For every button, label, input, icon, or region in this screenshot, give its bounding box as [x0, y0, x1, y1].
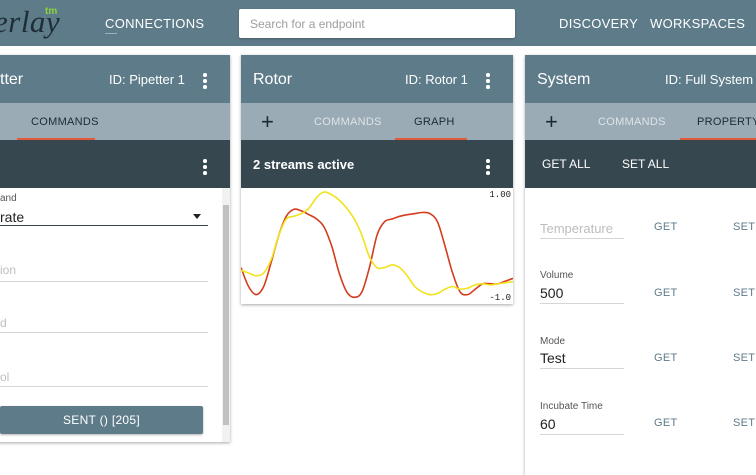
pipetter-field-3[interactable]: ol [0, 370, 9, 384]
temperature-get-button[interactable]: GET [654, 221, 678, 233]
system-title: System [537, 71, 591, 88]
volume-label: Volume [540, 270, 574, 281]
rotor-menu-icon[interactable] [486, 73, 490, 91]
temperature-field[interactable]: Temperature [540, 221, 613, 236]
pipetter-field-1-underline [0, 281, 208, 282]
y-tick-min: -1.0 [489, 293, 511, 303]
rotor-title: Rotor [253, 71, 293, 88]
add-icon[interactable]: + [261, 111, 274, 133]
incubate-time-set-button[interactable]: SET [733, 417, 755, 429]
pipetter-menu-icon[interactable] [203, 73, 207, 91]
pipetter-bar-menu-icon[interactable] [203, 159, 207, 177]
volume-get-button[interactable]: GET [654, 287, 678, 299]
logo-trademark: tm [45, 6, 58, 17]
command-label: and [0, 193, 17, 204]
rotor-tab-graph[interactable]: GRAPH [414, 116, 455, 128]
temperature-underline [540, 238, 624, 239]
volume-field[interactable]: 500 [540, 285, 563, 301]
pipetter-tab-commands[interactable]: COMMANDS [31, 116, 99, 128]
volume-underline [540, 303, 624, 304]
incubate-time-get-button[interactable]: GET [654, 417, 678, 429]
mode-field[interactable]: Test [540, 350, 566, 366]
nav-workspaces[interactable]: WORKSPACES [650, 16, 745, 31]
series-line-red [241, 208, 513, 299]
volume-set-button[interactable]: SET [733, 287, 755, 299]
pipetter-title: tter [0, 71, 24, 88]
nav-connections[interactable]: CONNECTIONS [105, 16, 204, 31]
incubate-time-underline [540, 434, 624, 435]
rotor-card: Rotor ID: Rotor 1 + COMMANDS GRAPH 2 str… [241, 55, 513, 304]
incubate-time-label: Incubate Time [540, 401, 603, 412]
system-tab-commands[interactable]: COMMANDS [598, 116, 666, 128]
system-card: System ID: Full System + COMMANDS PROPER… [525, 55, 756, 475]
rotor-tab-commands[interactable]: COMMANDS [314, 116, 382, 128]
nav-active-indicator [105, 33, 117, 34]
temperature-set-button[interactable]: SET [733, 221, 755, 233]
rotor-bar-menu-icon[interactable] [486, 159, 490, 177]
sent-button-label: SENT () [205] [62, 413, 141, 427]
incubate-time-field[interactable]: 60 [540, 416, 556, 432]
mode-get-button[interactable]: GET [654, 352, 678, 364]
rotor-graph: 1.00 -1.0 [241, 190, 513, 303]
rotor-id: ID: Rotor 1 [405, 72, 468, 87]
pipetter-scrollbar-thumb[interactable] [223, 205, 229, 425]
mode-underline [540, 368, 624, 369]
search-input[interactable] [239, 9, 515, 38]
system-add-icon[interactable]: + [545, 111, 558, 133]
pipetter-card: tter ID: Pipetter 1 COMMANDS and rate io… [0, 55, 230, 442]
pipetter-field-2[interactable]: d [0, 316, 7, 330]
nav-discovery[interactable]: DISCOVERY [559, 16, 638, 31]
get-all-button[interactable]: GET ALL [542, 157, 590, 171]
command-select-underline [0, 225, 208, 226]
pipetter-field-2-underline [0, 332, 208, 333]
series-line-yellow [241, 191, 513, 296]
pipetter-field-3-underline [0, 386, 208, 387]
mode-label: Mode [540, 336, 566, 347]
chevron-down-icon[interactable] [193, 214, 201, 219]
command-select-value[interactable]: rate [0, 209, 24, 225]
pipetter-field-1[interactable]: ion [0, 263, 16, 277]
system-tab-property[interactable]: PROPERTY [697, 116, 756, 128]
streams-status: 2 streams active [253, 157, 355, 172]
system-id: ID: Full System [665, 72, 754, 87]
pipetter-action-bar [0, 140, 230, 188]
pipetter-id: ID: Pipetter 1 [109, 72, 185, 87]
y-tick-max: 1.00 [489, 190, 511, 200]
mode-set-button[interactable]: SET [733, 352, 755, 364]
set-all-button[interactable]: SET ALL [622, 157, 669, 171]
